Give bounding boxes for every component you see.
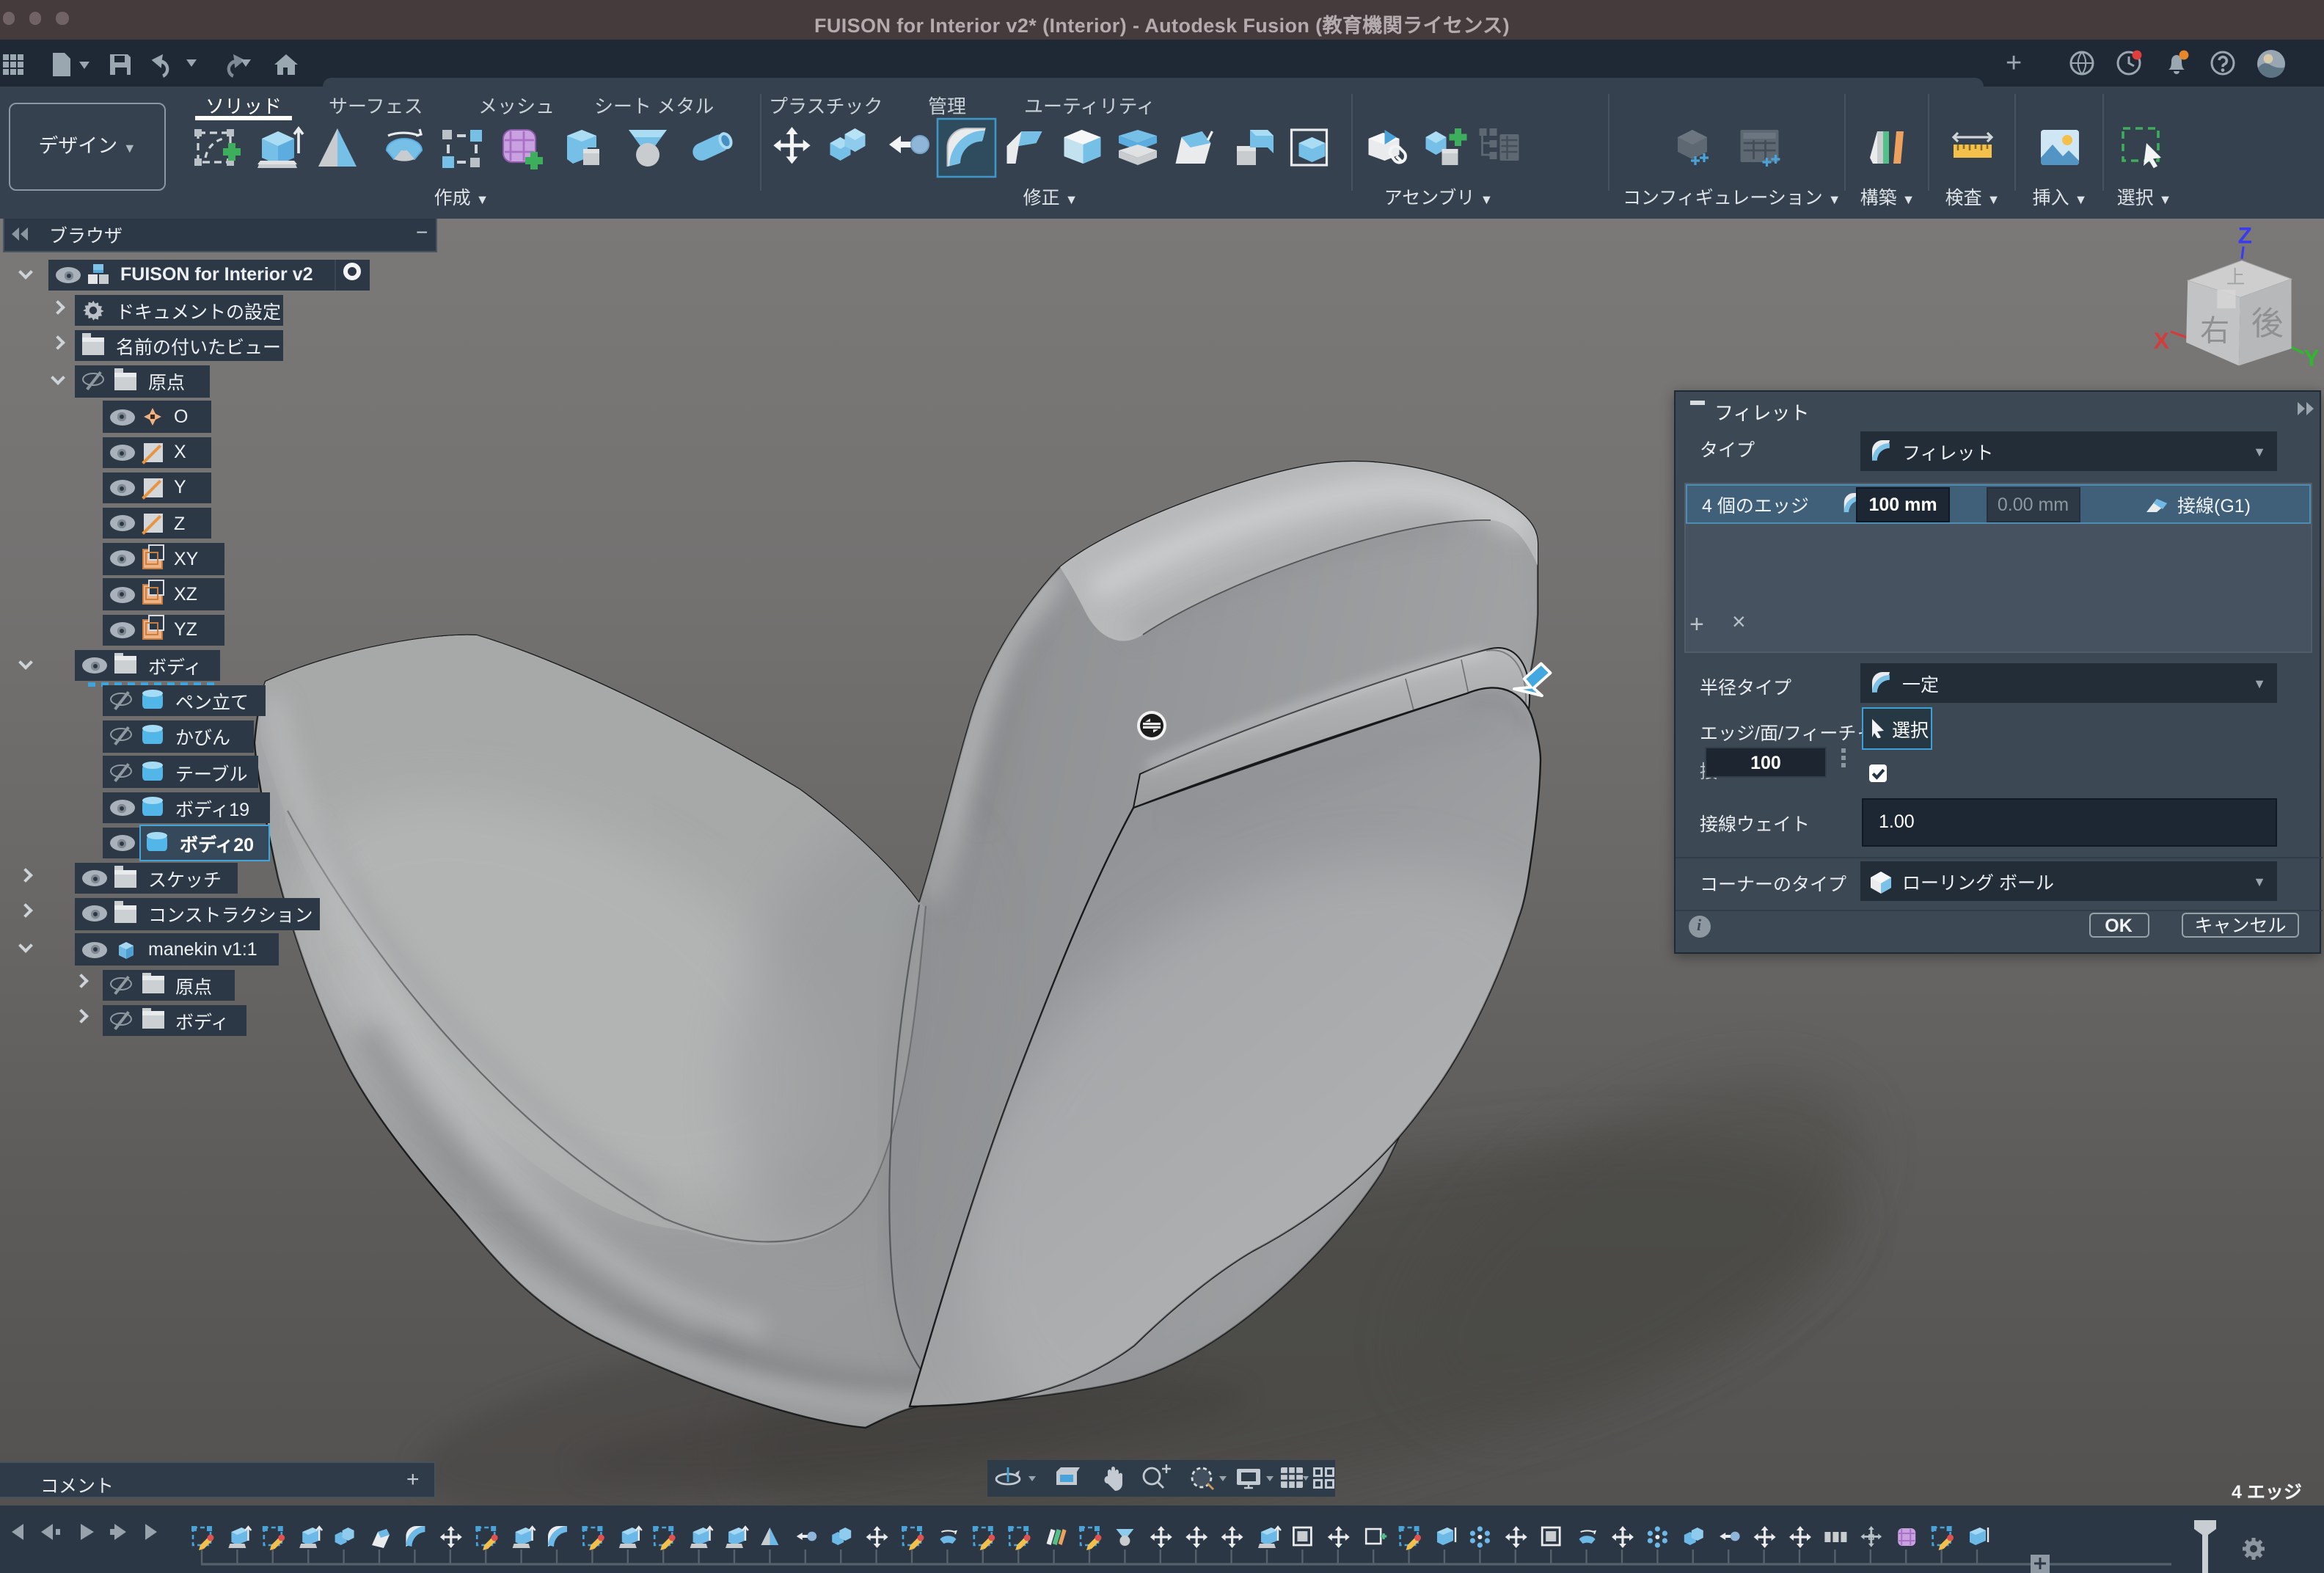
svg-text:右: 右 xyxy=(2200,315,2229,347)
svg-text:Y: Y xyxy=(2303,343,2319,370)
svg-text:Z: Z xyxy=(2238,222,2252,248)
svg-text:X: X xyxy=(2154,326,2169,353)
svg-text:後: 後 xyxy=(2251,305,2284,341)
svg-text:上: 上 xyxy=(2226,267,2245,288)
